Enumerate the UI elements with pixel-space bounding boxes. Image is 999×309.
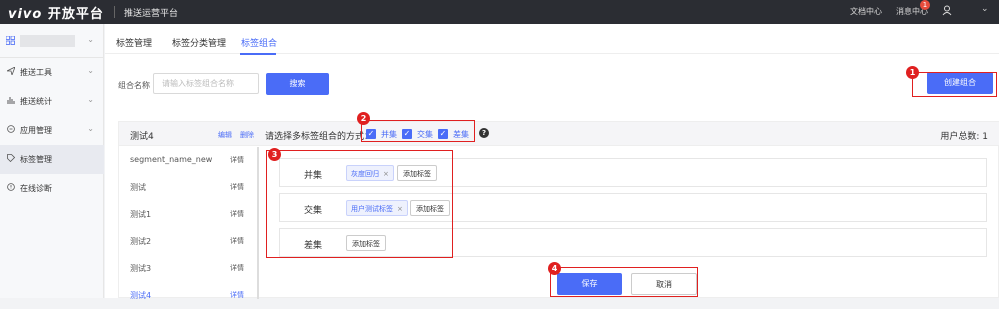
- tab-bar: 标签管理 标签分类管理 标签组合: [105, 24, 999, 55]
- sidebar-item-label: 标签管理: [20, 155, 52, 164]
- main-content: 标签管理 标签分类管理 标签组合 组合名称 搜索 创建组合 测试4 编辑 删除 …: [105, 24, 999, 300]
- list-item-name: 测试3: [130, 264, 152, 273]
- sidebar-item-app-management[interactable]: 应用管理 ⌄: [0, 116, 104, 145]
- tag-icon: [7, 154, 15, 162]
- delete-link[interactable]: 删除: [240, 130, 254, 140]
- detail-link[interactable]: 详情: [230, 182, 244, 192]
- send-icon: [7, 67, 15, 75]
- list-item[interactable]: 测试2 详情: [119, 228, 259, 255]
- annotation-box-2: [361, 120, 475, 142]
- brand-name: vivo: [8, 7, 43, 22]
- detail-link[interactable]: 详情: [230, 263, 244, 273]
- group-name: 测试4: [130, 132, 154, 142]
- detail-link[interactable]: 详情: [230, 290, 244, 300]
- list-item[interactable]: 测试1 详情: [119, 201, 259, 228]
- chevron-down-icon: ⌄: [87, 124, 94, 133]
- list-item-name: 测试1: [130, 210, 152, 219]
- tab-tag-category-management[interactable]: 标签分类管理: [172, 36, 226, 49]
- header-divider: [114, 6, 115, 18]
- annotation-number-4: 4: [548, 262, 561, 275]
- list-item-name: segment_name_new: [130, 155, 213, 164]
- list-item-active[interactable]: 测试4 详情: [119, 282, 259, 309]
- detail-link[interactable]: 详情: [230, 236, 244, 246]
- annotation-number-2: 2: [357, 112, 370, 125]
- tab-tag-management[interactable]: 标签管理: [116, 36, 152, 49]
- bar-chart-icon: [7, 97, 15, 104]
- annotation-box-4: [550, 267, 698, 297]
- annotation-number-1: 1: [906, 66, 919, 79]
- sidebar-item-label: 在线诊断: [20, 184, 52, 193]
- user-icon[interactable]: [942, 5, 952, 16]
- sidebar-item-push-tools[interactable]: 推送工具 ⌄: [0, 58, 104, 87]
- annotation-number-3: 3: [268, 148, 281, 161]
- active-tab-indicator: [240, 53, 276, 55]
- grid-icon: [6, 36, 15, 45]
- platform-name: 开放平台: [47, 7, 104, 22]
- list-item-name: 测试2: [130, 237, 152, 246]
- chevron-down-icon: ⌄: [87, 66, 94, 75]
- list-item[interactable]: segment_name_new 详情: [119, 147, 259, 174]
- search-input[interactable]: [153, 73, 259, 94]
- panel-header: 测试4 编辑 删除 请选择多标签组合的方式： ✓ 并集 ✓ 交集 ✓ 差集 ? …: [119, 122, 999, 146]
- list-item-name: 测试: [130, 183, 146, 192]
- user-total: 用户总数: 1: [940, 132, 988, 142]
- logo[interactable]: vivo 开放平台: [8, 3, 104, 22]
- annotation-box-1: [912, 72, 997, 97]
- chevron-down-icon: ⌄: [87, 35, 94, 44]
- combination-list: segment_name_new 详情 测试 详情 测试1 详情 测试2 详情 …: [119, 147, 259, 300]
- list-item-name: 测试4: [130, 291, 152, 300]
- app-name-placeholder: [20, 35, 75, 47]
- app-selector[interactable]: ⌄: [0, 24, 104, 58]
- detail-link[interactable]: 详情: [230, 155, 244, 165]
- tab-tag-combination[interactable]: 标签组合: [241, 36, 277, 49]
- annotation-box-3: [266, 150, 453, 258]
- sidebar: ⌄ 推送工具 ⌄ 推送统计 ⌄ 应用管理 ⌄ 标签管理 在线诊断: [0, 24, 104, 298]
- top-bar: vivo 开放平台 推送运营平台 文档中心 消息中心 1 ⌄: [0, 0, 999, 24]
- detail-link[interactable]: 详情: [230, 209, 244, 219]
- help-icon[interactable]: ?: [479, 128, 489, 138]
- docs-link[interactable]: 文档中心: [850, 6, 882, 17]
- sidebar-item-push-stats[interactable]: 推送统计 ⌄: [0, 87, 104, 116]
- app-icon: [7, 125, 15, 133]
- search-label: 组合名称: [118, 81, 150, 90]
- list-item[interactable]: 测试 详情: [119, 174, 259, 201]
- app-subtitle: 推送运营平台: [124, 9, 179, 19]
- sidebar-item-label: 应用管理: [20, 126, 52, 135]
- diagnose-icon: [7, 183, 15, 191]
- list-item[interactable]: 测试3 详情: [119, 255, 259, 282]
- sidebar-item-tag-management[interactable]: 标签管理: [0, 145, 104, 174]
- sidebar-item-label: 推送工具: [20, 68, 52, 77]
- sidebar-item-online-diagnosis[interactable]: 在线诊断: [0, 174, 104, 203]
- chevron-down-icon[interactable]: ⌄: [981, 4, 989, 14]
- combine-method-label: 请选择多标签组合的方式：: [265, 132, 374, 142]
- message-count-badge: 1: [920, 0, 930, 10]
- chevron-down-icon: ⌄: [87, 95, 94, 104]
- sidebar-item-label: 推送统计: [20, 97, 52, 106]
- edit-link[interactable]: 编辑: [218, 130, 232, 140]
- search-button[interactable]: 搜索: [266, 73, 329, 95]
